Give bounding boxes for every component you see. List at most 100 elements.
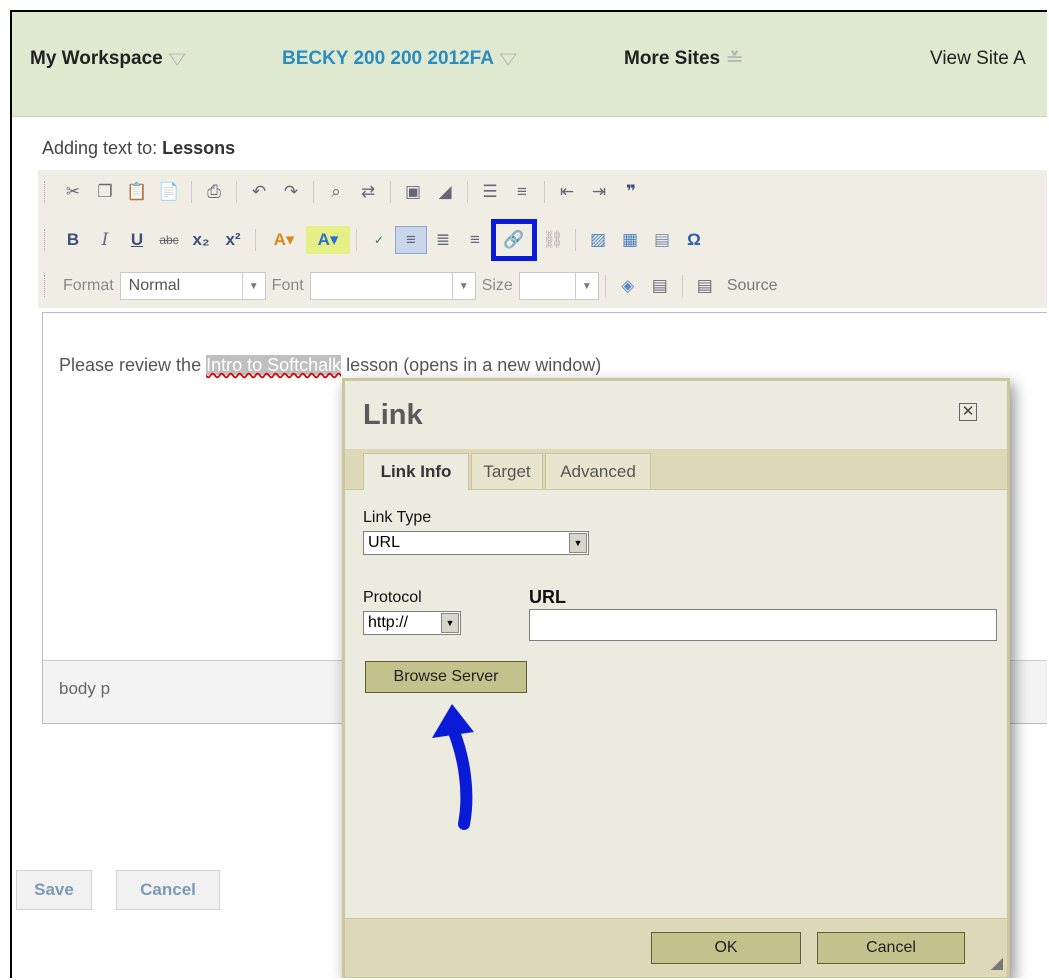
save-button[interactable]: Save bbox=[16, 870, 92, 910]
blue-arrow-annotation bbox=[432, 704, 474, 830]
editor-toolbar: ✂ ❐ 📋 📄 ⎙ ↶ ↷ ⌕ ⇄ ▣ ◢ ☰ ≡ ⇤ ⇥ ❞ B I U ab… bbox=[38, 170, 1047, 308]
bg-color-icon[interactable]: A▾ bbox=[306, 226, 350, 254]
find-icon[interactable]: ⌕ bbox=[320, 178, 352, 206]
toolbar-separator bbox=[191, 181, 192, 203]
cut-icon[interactable]: ✂ bbox=[57, 178, 89, 206]
spellcheck-icon[interactable]: ✓ bbox=[363, 226, 395, 254]
blockquote-icon[interactable]: ❞ bbox=[615, 178, 647, 206]
dialog-footer: OK Cancel ◢ bbox=[345, 918, 1007, 977]
toolbar-separator bbox=[356, 229, 357, 251]
chevron-down-icon[interactable]: ▽ bbox=[499, 49, 516, 69]
font-label: Font bbox=[271, 277, 304, 294]
toolbar-grip[interactable] bbox=[44, 275, 47, 297]
page-frame: My Workspace ▽ BECKY 200 200 2012FA ▽ More… bbox=[10, 10, 1047, 978]
special-char-icon[interactable]: Ω bbox=[678, 226, 710, 254]
dialog-title: Link bbox=[363, 399, 423, 431]
url-input[interactable] bbox=[529, 609, 997, 641]
nav-site-becky[interactable]: BECKY 200 200 2012FA ▽ bbox=[282, 48, 517, 70]
tab-link-info[interactable]: Link Info bbox=[363, 453, 469, 490]
size-combo[interactable]: ▼ bbox=[518, 272, 599, 300]
toolbar-separator bbox=[681, 275, 683, 297]
italic-icon[interactable]: I bbox=[89, 226, 121, 254]
protocol-label: Protocol bbox=[363, 589, 422, 606]
paste-word-icon[interactable]: 📄 bbox=[153, 178, 185, 206]
strike-icon[interactable]: abc bbox=[153, 226, 185, 254]
toolbar-separator bbox=[255, 229, 256, 251]
underline-icon[interactable]: U bbox=[121, 226, 153, 254]
close-icon[interactable]: ✕ bbox=[959, 403, 977, 421]
adding-text-heading: Adding text to: Lessons bbox=[42, 138, 236, 158]
chevron-down-icon[interactable]: ▽ bbox=[168, 49, 185, 69]
undo-icon[interactable]: ↶ bbox=[243, 178, 275, 206]
resize-handle-icon[interactable]: ◢ bbox=[991, 953, 1003, 973]
nav-more-sites[interactable]: More Sites ≚ bbox=[624, 48, 744, 70]
maximize-icon[interactable]: ◈ bbox=[612, 272, 644, 300]
toolbar-separator bbox=[575, 229, 576, 251]
nav-view-site[interactable]: View Site A bbox=[930, 48, 1026, 70]
show-blocks-icon[interactable]: ▤ bbox=[644, 272, 676, 300]
toolbar-separator bbox=[467, 181, 468, 203]
top-navigation: My Workspace ▽ BECKY 200 200 2012FA ▽ More… bbox=[12, 12, 1047, 117]
toolbar-grip[interactable] bbox=[44, 229, 47, 251]
select-all-icon[interactable]: ▣ bbox=[397, 178, 429, 206]
subscript-icon[interactable]: x₂ bbox=[185, 226, 217, 254]
chevron-down-icon[interactable]: ▼ bbox=[451, 273, 475, 299]
size-label: Size bbox=[481, 277, 513, 294]
align-right-icon[interactable]: ≡ bbox=[459, 226, 491, 254]
protocol-select[interactable]: http:// ▼ bbox=[363, 611, 461, 635]
chevron-down-icon[interactable]: ▼ bbox=[441, 613, 459, 633]
table-icon[interactable]: ▦ bbox=[614, 226, 646, 254]
tab-advanced[interactable]: Advanced bbox=[545, 453, 651, 489]
toolbar-row-1: ✂ ❐ 📋 📄 ⎙ ↶ ↷ ⌕ ⇄ ▣ ◢ ☰ ≡ ⇤ ⇥ ❞ bbox=[38, 172, 647, 212]
link-icon[interactable]: 🔗 bbox=[491, 219, 537, 261]
toolbar-row-2: B I U abc x₂ x² A▾ A▾ ✓ ≡ ≣ ≡ 🔗 ⛓ ▨ ▦ ▤ … bbox=[38, 219, 710, 261]
ok-button[interactable]: OK bbox=[651, 932, 801, 964]
indent-icon[interactable]: ⇥ bbox=[583, 178, 615, 206]
print-icon[interactable]: ⎙ bbox=[198, 178, 230, 206]
dialog-tabs: Link Info Target Advanced bbox=[345, 449, 1007, 490]
url-label: URL bbox=[529, 587, 566, 607]
font-combo[interactable]: ▼ bbox=[309, 272, 476, 300]
element-path[interactable]: body p bbox=[59, 679, 110, 699]
horizontal-rule-icon[interactable]: ▤ bbox=[646, 226, 678, 254]
align-center-icon[interactable]: ≣ bbox=[427, 226, 459, 254]
align-left-icon[interactable]: ≡ bbox=[395, 226, 427, 254]
editor-paragraph[interactable]: Please review the Intro to Softchalk les… bbox=[59, 355, 601, 376]
outdent-icon[interactable]: ⇤ bbox=[551, 178, 583, 206]
numbered-list-icon[interactable]: ☰ bbox=[474, 178, 506, 206]
paste-icon[interactable]: 📋 bbox=[121, 178, 153, 206]
selected-text[interactable]: Intro to Softchalk bbox=[206, 355, 342, 375]
redo-icon[interactable]: ↷ bbox=[275, 178, 307, 206]
toolbar-separator bbox=[390, 181, 391, 203]
dialog-cancel-button[interactable]: Cancel bbox=[817, 932, 965, 964]
image-icon[interactable]: ▨ bbox=[582, 226, 614, 254]
toolbar-separator bbox=[604, 275, 606, 297]
browse-server-button[interactable]: Browse Server bbox=[365, 661, 527, 693]
unlink-icon[interactable]: ⛓ bbox=[537, 226, 569, 254]
copy-icon[interactable]: ❐ bbox=[89, 178, 121, 206]
bulleted-list-icon[interactable]: ≡ bbox=[506, 178, 538, 206]
toolbar-row-3: Format Normal ▼ Font ▼ Size ▼ ◈ ▤ ▤ Sour… bbox=[38, 266, 778, 306]
remove-format-icon[interactable]: ◢ bbox=[429, 178, 461, 206]
format-combo[interactable]: Normal ▼ bbox=[119, 272, 266, 300]
text-color-icon[interactable]: A▾ bbox=[262, 226, 306, 254]
toolbar-grip[interactable] bbox=[44, 181, 47, 203]
source-button-label[interactable]: Source bbox=[727, 277, 778, 295]
toolbar-separator bbox=[544, 181, 545, 203]
double-chevron-down-icon[interactable]: ≚ bbox=[725, 49, 744, 69]
toolbar-separator bbox=[236, 181, 237, 203]
chevron-down-icon[interactable]: ▼ bbox=[241, 273, 265, 299]
superscript-icon[interactable]: x² bbox=[217, 226, 249, 254]
link-type-select[interactable]: URL ▼ bbox=[363, 531, 589, 555]
source-icon[interactable]: ▤ bbox=[689, 272, 721, 300]
bold-icon[interactable]: B bbox=[57, 226, 89, 254]
tab-target[interactable]: Target bbox=[471, 453, 543, 489]
format-label: Format bbox=[63, 277, 114, 294]
chevron-down-icon[interactable]: ▼ bbox=[574, 273, 598, 299]
cancel-button[interactable]: Cancel bbox=[116, 870, 220, 910]
replace-icon[interactable]: ⇄ bbox=[352, 178, 384, 206]
link-dialog: Link ✕ Link Info Target Advanced Link Ty… bbox=[342, 378, 1010, 978]
nav-my-workspace[interactable]: My Workspace ▽ bbox=[30, 48, 185, 70]
link-type-label: Link Type bbox=[363, 509, 432, 526]
chevron-down-icon[interactable]: ▼ bbox=[569, 533, 587, 553]
